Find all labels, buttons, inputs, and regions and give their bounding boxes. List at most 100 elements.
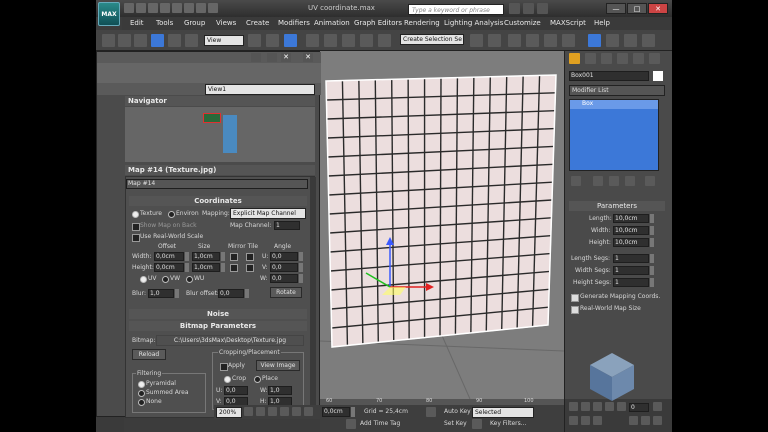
parameters-rollout-title[interactable]: Parameters bbox=[569, 201, 665, 211]
orbit-icon[interactable] bbox=[641, 416, 650, 425]
width-offset-field[interactable]: 0,0cm bbox=[154, 252, 184, 261]
make-unique-icon[interactable] bbox=[609, 176, 619, 186]
view-dropdown[interactable]: View1 bbox=[205, 84, 315, 95]
play-icon[interactable] bbox=[593, 402, 602, 411]
map-name-field[interactable]: Map #14 bbox=[126, 179, 308, 189]
minimize-button[interactable]: — bbox=[606, 3, 626, 14]
pyramidal-radio[interactable] bbox=[138, 381, 145, 388]
save-icon[interactable] bbox=[148, 3, 158, 13]
utilities-tab-icon[interactable] bbox=[649, 53, 660, 64]
width-size-field[interactable]: 1,0cm bbox=[192, 252, 220, 261]
render-setup-icon[interactable] bbox=[606, 34, 619, 47]
select-rotate-icon[interactable] bbox=[168, 34, 181, 47]
mirror-icon[interactable] bbox=[470, 34, 483, 47]
modify-tab-icon[interactable] bbox=[585, 53, 596, 64]
stack-item-box[interactable]: Box bbox=[570, 100, 658, 109]
crop-radio[interactable] bbox=[224, 376, 231, 383]
zoom-extents-all-icon[interactable] bbox=[593, 416, 602, 425]
previous-frame-icon[interactable] bbox=[581, 402, 590, 411]
keyboard-shortcut-icon[interactable] bbox=[284, 34, 297, 47]
v-tile-checkbox[interactable] bbox=[246, 264, 254, 272]
rotate-button[interactable]: Rotate bbox=[270, 287, 302, 298]
height-field[interactable]: 10,0cm bbox=[613, 238, 649, 247]
key-mode-icon[interactable] bbox=[472, 419, 482, 429]
named-selection-dropdown[interactable]: Create Selection Se bbox=[400, 34, 464, 45]
blur-spinner[interactable] bbox=[175, 289, 179, 298]
hold-icon[interactable] bbox=[184, 3, 194, 13]
key-filters-button[interactable]: Key Filters... bbox=[490, 420, 527, 427]
sme-maximize-button[interactable] bbox=[267, 53, 277, 62]
edit-named-selection-icon[interactable] bbox=[378, 34, 391, 47]
bitmap-path-button[interactable]: C:\Users\3dsMax\Desktop\Texture.jpg bbox=[156, 335, 304, 346]
length-segs-field[interactable]: 1 bbox=[613, 254, 649, 263]
field-of-view-icon[interactable] bbox=[629, 416, 638, 425]
menu-customize[interactable]: Customize bbox=[504, 19, 541, 27]
height-offset-field[interactable]: 0,0cm bbox=[154, 263, 184, 272]
param-scrollbar[interactable] bbox=[310, 177, 316, 419]
menu-graph-editors[interactable]: Graph Editors bbox=[354, 19, 402, 27]
sme-minimize-button[interactable] bbox=[251, 53, 261, 62]
navigator-panel[interactable] bbox=[125, 107, 315, 162]
menu-group[interactable]: Group bbox=[184, 19, 205, 27]
height-size-field[interactable]: 1,0cm bbox=[192, 263, 220, 272]
height-segs-field[interactable]: 1 bbox=[613, 278, 649, 287]
pan-icon[interactable] bbox=[244, 407, 253, 416]
menu-edit[interactable]: Edit bbox=[130, 19, 144, 27]
time-config-icon[interactable] bbox=[653, 402, 662, 411]
auto-key-button[interactable]: Auto Key bbox=[444, 408, 471, 415]
angle-snap-icon[interactable] bbox=[324, 34, 337, 47]
sme-close-icon[interactable]: ✕ bbox=[281, 53, 291, 62]
width-spinner[interactable] bbox=[650, 226, 654, 235]
uv-radio[interactable] bbox=[140, 276, 147, 283]
u-angle-field[interactable]: 0,0 bbox=[270, 252, 298, 261]
add-time-tag-button[interactable]: Add Time Tag bbox=[360, 420, 400, 427]
v-angle-field[interactable]: 0,0 bbox=[270, 263, 298, 272]
zoom-selected-icon[interactable] bbox=[292, 407, 301, 416]
wu-radio[interactable] bbox=[186, 276, 193, 283]
w-angle-spinner[interactable] bbox=[299, 274, 303, 283]
hierarchy-tab-icon[interactable] bbox=[601, 53, 612, 64]
menu-views[interactable]: Views bbox=[216, 19, 236, 27]
zoom-extents-icon[interactable] bbox=[280, 407, 289, 416]
maximize-viewport-icon[interactable] bbox=[653, 416, 662, 425]
zoom-viewport-icon[interactable] bbox=[569, 416, 578, 425]
project-icon[interactable] bbox=[208, 3, 218, 13]
zoom-all-icon[interactable] bbox=[581, 416, 590, 425]
undo-icon[interactable] bbox=[160, 3, 170, 13]
z-coordinate-field[interactable]: 0,0cm bbox=[322, 407, 350, 417]
key-icon[interactable] bbox=[426, 407, 436, 417]
maximize-button[interactable]: □ bbox=[627, 3, 647, 14]
length-segs-spinner[interactable] bbox=[650, 254, 654, 263]
window-crossing-icon[interactable] bbox=[134, 34, 147, 47]
menu-tools[interactable]: Tools bbox=[156, 19, 173, 27]
new-icon[interactable] bbox=[124, 3, 134, 13]
width-field[interactable]: 10,0cm bbox=[613, 226, 649, 235]
v-angle-spinner[interactable] bbox=[299, 263, 303, 272]
show-map-on-back-checkbox[interactable] bbox=[132, 223, 140, 231]
go-to-start-icon[interactable] bbox=[569, 402, 578, 411]
create-tab-icon[interactable] bbox=[569, 53, 580, 64]
use-real-world-checkbox[interactable] bbox=[132, 234, 140, 242]
length-field[interactable]: 10,0cm bbox=[613, 214, 649, 223]
menu-lighting-analysis[interactable]: Lighting Analysis bbox=[444, 19, 503, 27]
width-size-spinner[interactable] bbox=[221, 252, 225, 261]
apply-checkbox[interactable] bbox=[220, 363, 228, 371]
manipulate-icon[interactable] bbox=[266, 34, 279, 47]
u-angle-spinner[interactable] bbox=[299, 252, 303, 261]
sme-close-button[interactable]: ✕ bbox=[303, 53, 313, 62]
modifier-list-dropdown[interactable]: Modifier List bbox=[569, 85, 665, 96]
select-scale-icon[interactable] bbox=[185, 34, 198, 47]
object-name-field[interactable]: Box001 bbox=[569, 71, 649, 81]
schematic-view-icon[interactable] bbox=[562, 34, 575, 47]
zoom-icon[interactable] bbox=[256, 407, 265, 416]
u-mirror-checkbox[interactable] bbox=[230, 253, 238, 261]
none-radio[interactable] bbox=[138, 399, 145, 406]
fetch-icon[interactable] bbox=[196, 3, 206, 13]
display-tab-icon[interactable] bbox=[633, 53, 644, 64]
texture-radio[interactable] bbox=[132, 211, 139, 218]
help-icon[interactable] bbox=[537, 3, 548, 14]
place-radio[interactable] bbox=[254, 376, 261, 383]
real-world-checkbox[interactable] bbox=[571, 306, 579, 314]
noise-rollout-title[interactable]: Noise bbox=[129, 309, 307, 319]
menu-rendering[interactable]: Rendering bbox=[404, 19, 440, 27]
